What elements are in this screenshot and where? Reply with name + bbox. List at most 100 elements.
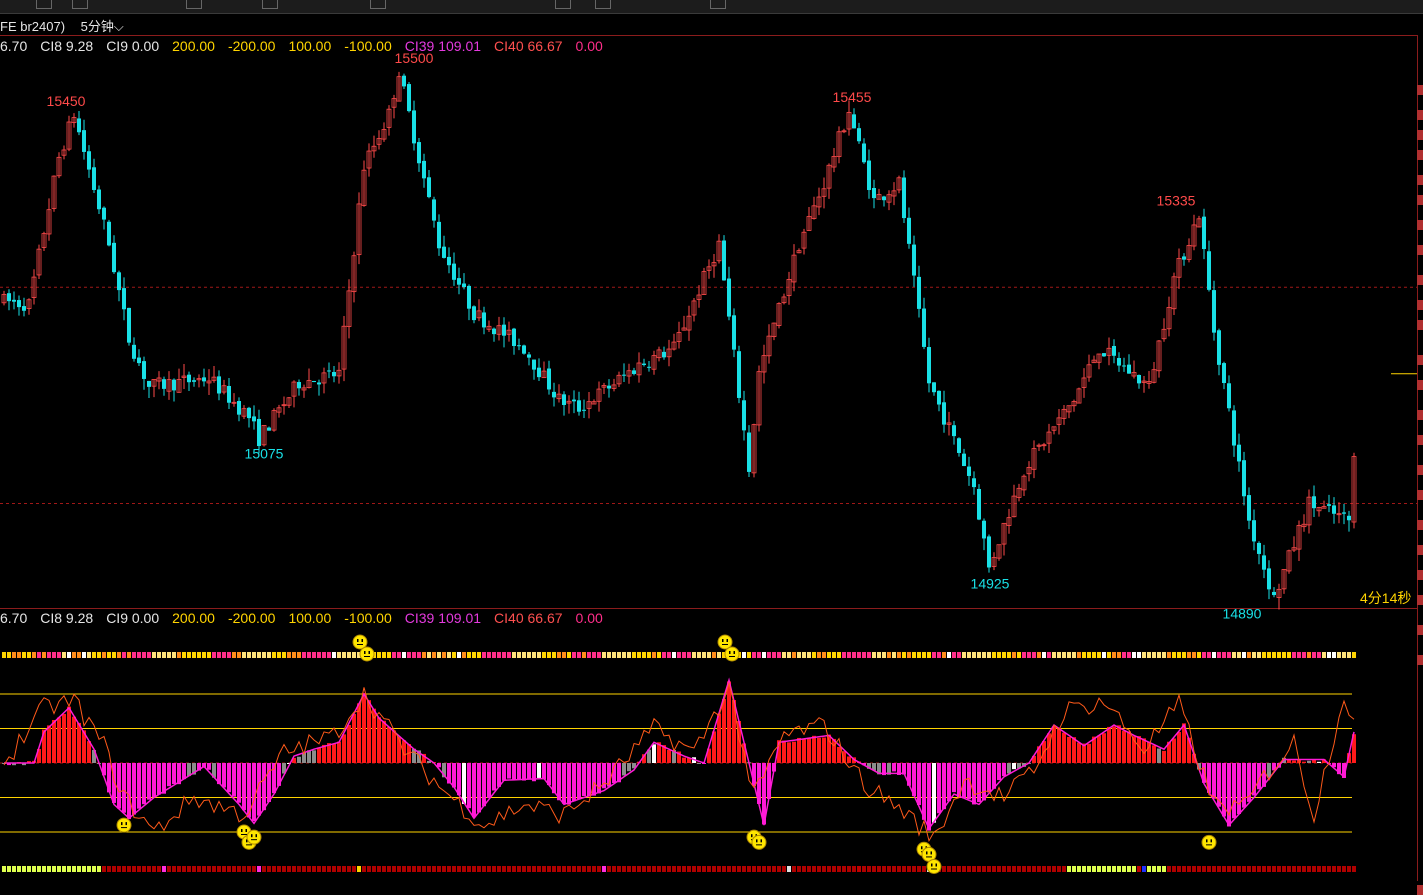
signal-strip-cell (1257, 866, 1261, 872)
signal-strip-cell (17, 652, 21, 658)
oscillator-bar (922, 763, 926, 820)
signal-strip-cell (952, 652, 956, 658)
signal-strip-cell (827, 866, 831, 872)
signal-strip-cell (872, 652, 876, 658)
signal-strip-cell (927, 652, 931, 658)
signal-strip-cell (297, 652, 301, 658)
signal-strip-cell (672, 866, 676, 872)
oscillator-bar (1147, 741, 1151, 763)
smiley-icon (116, 817, 132, 833)
candle-body (1227, 383, 1231, 409)
oscillator-bar (587, 763, 591, 797)
signal-strip-cell (187, 652, 191, 658)
signal-strip-cell (812, 866, 816, 872)
signal-strip-cell (797, 652, 801, 658)
signal-strip-cell (177, 652, 181, 658)
signal-strip-cell (97, 866, 101, 872)
oscillator-bar (47, 725, 51, 763)
signal-strip-cell (852, 652, 856, 658)
signal-strip-cell (112, 866, 116, 872)
axis-tick (1417, 625, 1423, 635)
oscillator-bar (172, 763, 176, 785)
oscillator-bar (517, 763, 521, 780)
candle-body (1272, 591, 1276, 596)
signal-strip-cell (857, 652, 861, 658)
signal-strip-cell (962, 652, 966, 658)
signal-strip-cell (1062, 866, 1066, 872)
signal-strip-cell (322, 866, 326, 872)
signal-strip-cell (92, 652, 96, 658)
signal-strip-cell (1167, 652, 1171, 658)
oscillator-bar (342, 734, 346, 763)
signal-strip-cell (272, 652, 276, 658)
signal-strip-cell (487, 866, 491, 872)
signal-strip-cell (257, 866, 261, 872)
candle-body (582, 409, 586, 411)
oscillator-bar (267, 763, 271, 802)
signal-strip-cell (352, 652, 356, 658)
signal-strip-cell (662, 652, 666, 658)
signal-strip-cell (947, 652, 951, 658)
candle-body (962, 453, 966, 467)
oscillator-bar (467, 763, 471, 809)
signal-strip-cell (792, 866, 796, 872)
candle-body (1257, 542, 1261, 554)
candle-body (732, 315, 736, 350)
oscillator-bar (822, 737, 826, 763)
right-price-axis[interactable] (1417, 35, 1423, 895)
signal-strip-cell (1092, 652, 1096, 658)
signal-strip-cell (602, 652, 606, 658)
oscillator-bar (507, 763, 511, 779)
signal-strip-cell (882, 652, 886, 658)
signal-strip-cell (272, 866, 276, 872)
signal-strip-cell (1172, 866, 1176, 872)
signal-strip-cell (527, 866, 531, 872)
candle-body (22, 306, 26, 311)
oscillator-bar (982, 763, 986, 801)
signal-strip-cell (427, 652, 431, 658)
signal-strip-cell (152, 652, 156, 658)
signal-strip-cell (1017, 866, 1021, 872)
oscillator-bar (157, 763, 161, 795)
candle-body (1182, 256, 1186, 260)
candle-body (467, 285, 471, 309)
oscillator-bar (917, 763, 921, 805)
signal-strip-cell (192, 652, 196, 658)
oscillator-bar (152, 763, 156, 798)
oscillator-bar (837, 746, 841, 763)
oscillator-bar (1152, 745, 1156, 763)
candle-body (922, 308, 926, 347)
signal-strip-cell (587, 652, 591, 658)
candle-body (532, 359, 536, 370)
signal-strip-cell (1112, 866, 1116, 872)
signal-strip-cell (262, 866, 266, 872)
oscillator-bar (352, 713, 356, 763)
signal-strip-cell (997, 866, 1001, 872)
signal-strip-cell (332, 866, 336, 872)
signal-strip-cell (82, 866, 86, 872)
signal-strip-cell (897, 652, 901, 658)
oscillator-bar (927, 763, 931, 831)
oscillator-bar (1302, 761, 1306, 763)
signal-strip-cell (1267, 652, 1271, 658)
oscillator-bar (782, 740, 786, 763)
smiley-icon (246, 829, 262, 845)
axis-tick (1417, 110, 1423, 120)
signal-strip-cell (172, 866, 176, 872)
candle-body (727, 278, 731, 317)
candle-body (917, 276, 921, 309)
signal-strip-cell (602, 866, 606, 872)
signal-strip-cell (922, 652, 926, 658)
candle-body (412, 110, 416, 144)
smiley-eye (368, 651, 370, 654)
signal-strip-cell (467, 652, 471, 658)
candlestick-chart[interactable]: 15450 15500 15075 15455 14925 15335 14890 (0, 0, 1417, 882)
oscillator-bar (1157, 748, 1161, 763)
signal-strip-cell (982, 652, 986, 658)
candle-body (937, 390, 941, 405)
oscillator-bar (1102, 733, 1106, 763)
signal-strip-cell (1007, 652, 1011, 658)
axis-tick (1417, 490, 1423, 500)
oscillator-bar (472, 763, 476, 818)
signal-strip-cell (347, 652, 351, 658)
